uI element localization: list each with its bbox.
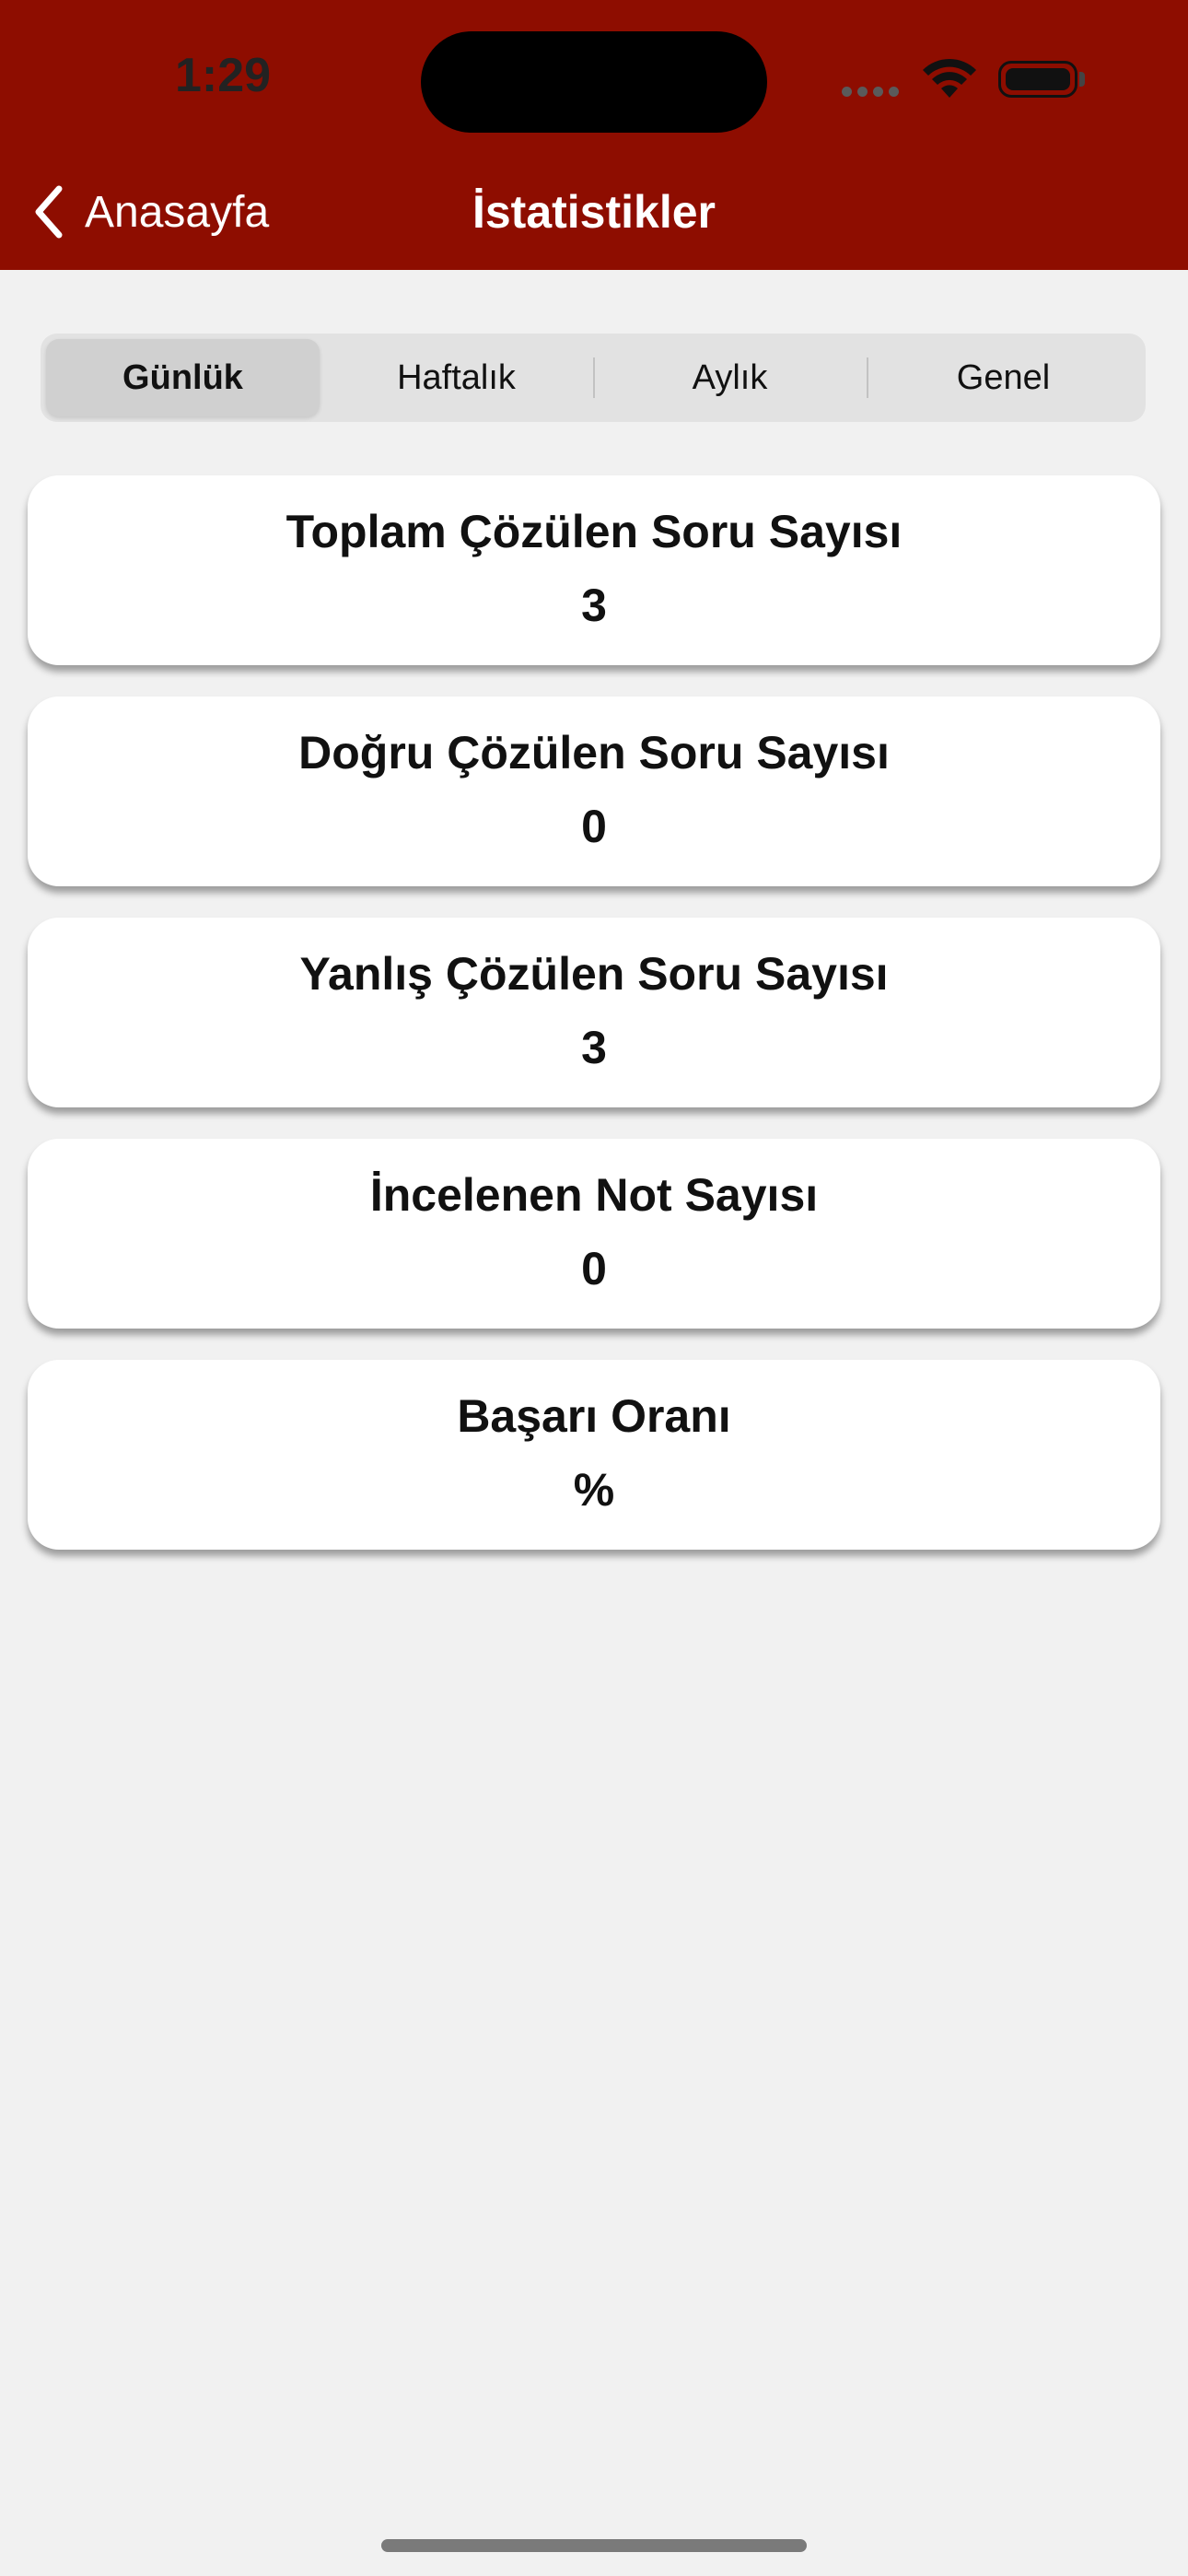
signal-icon (842, 85, 904, 101)
home-indicator[interactable] (381, 2539, 807, 2552)
stat-card-success-rate: Başarı Oranı % (28, 1360, 1160, 1550)
dynamic-island (421, 31, 767, 133)
navigation-header: 1:29 Anasayfa İstatistikler (0, 0, 1188, 270)
stat-value: 3 (581, 580, 607, 631)
tab-gunluk[interactable]: Günlük (46, 339, 320, 416)
stat-title: Toplam Çözülen Soru Sayısı (285, 506, 903, 557)
tab-haftalik[interactable]: Haftalık (320, 339, 593, 416)
wifi-icon (923, 58, 976, 98)
battery-tip (1079, 72, 1085, 87)
tab-aylik[interactable]: Aylık (593, 339, 867, 416)
stat-title: Başarı Oranı (457, 1390, 731, 1442)
stat-value: 0 (581, 801, 607, 852)
stat-card-correct: Doğru Çözülen Soru Sayısı 0 (28, 697, 1160, 886)
stat-value: % (573, 1464, 615, 1516)
stat-card-wrong: Yanlış Çözülen Soru Sayısı 3 (28, 918, 1160, 1107)
tab-genel[interactable]: Genel (867, 339, 1140, 416)
stat-card-total-solved: Toplam Çözülen Soru Sayısı 3 (28, 475, 1160, 665)
battery-icon (998, 61, 1077, 98)
stat-value: 0 (581, 1243, 607, 1294)
stat-card-notes-reviewed: İncelenen Not Sayısı 0 (28, 1139, 1160, 1329)
period-segmented-control: Günlük Haftalık Aylık Genel (41, 334, 1146, 422)
page-title: İstatistikler (472, 186, 716, 238)
stat-title: Doğru Çözülen Soru Sayısı (298, 727, 890, 779)
stat-value: 3 (581, 1022, 607, 1073)
status-time: 1:29 (175, 49, 272, 102)
stat-title: Yanlış Çözülen Soru Sayısı (299, 948, 889, 1000)
stat-title: İncelenen Not Sayısı (369, 1169, 819, 1221)
